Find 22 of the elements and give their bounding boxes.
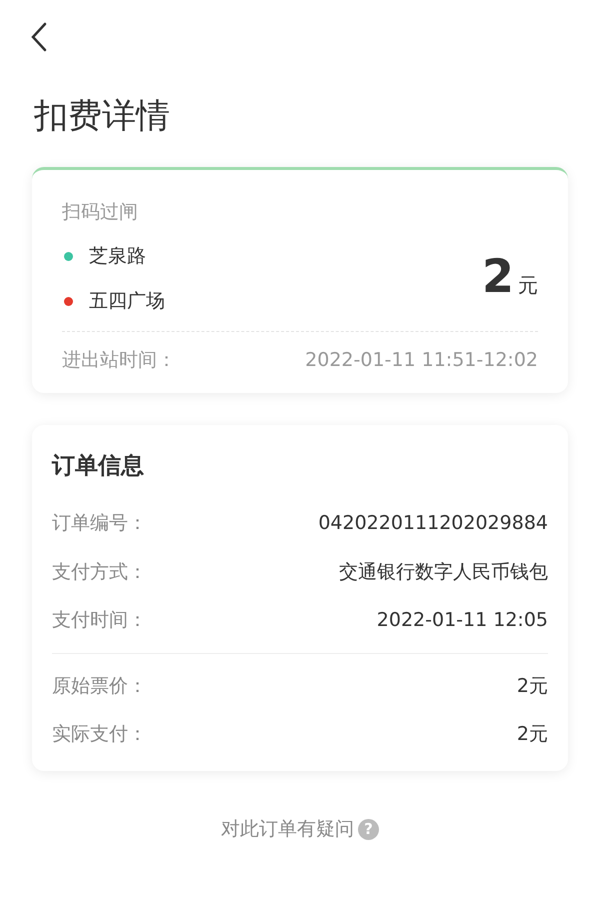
field-label: 订单编号： xyxy=(52,511,147,536)
field-label: 支付方式： xyxy=(52,560,147,585)
field-value: 交通银行数字人民币钱包 xyxy=(339,560,548,585)
page-title: 扣费详情 xyxy=(34,96,171,137)
field-value: 0420220111202029884 xyxy=(318,511,548,536)
field-value: 2元 xyxy=(516,674,548,699)
field-value: 2元 xyxy=(516,722,548,748)
time-label: 进出站时间： xyxy=(62,348,176,374)
back-icon[interactable] xyxy=(30,22,48,52)
station-name: 五四广场 xyxy=(89,288,165,314)
section-title: 订单信息 xyxy=(52,452,145,481)
field-label: 实际支付： xyxy=(52,722,147,748)
fare-amount: 2 xyxy=(482,253,514,300)
station-name: 芝泉路 xyxy=(89,244,146,270)
field-value: 2022-01-11 12:05 xyxy=(376,608,548,634)
fare-unit: 元 xyxy=(518,272,538,300)
help-link[interactable]: 对此订单有疑问 xyxy=(221,814,354,844)
field-label: 原始票价： xyxy=(52,674,147,699)
trip-type-label: 扫码过闸 xyxy=(62,200,139,225)
help-icon[interactable]: ? xyxy=(358,818,379,840)
field-label: 支付时间： xyxy=(52,608,147,634)
trip-time: 2022-01-11 11:51-12:02 xyxy=(305,348,538,374)
